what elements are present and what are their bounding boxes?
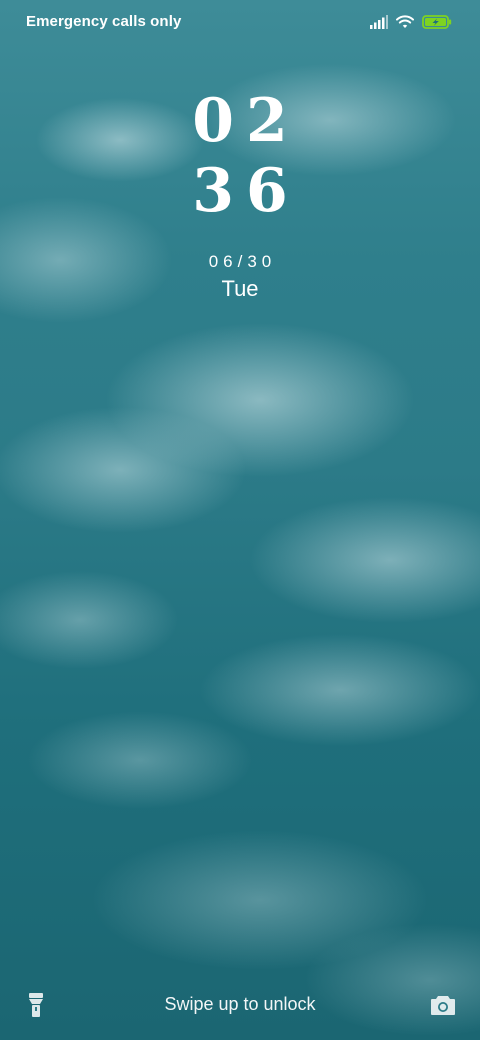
lock-bottom-bar: Swipe up to unlock bbox=[0, 982, 480, 1026]
camera-icon[interactable] bbox=[430, 994, 456, 1016]
signal-icon bbox=[370, 15, 388, 29]
lock-clock: 02 36 bbox=[0, 86, 480, 226]
battery-charging-icon bbox=[422, 15, 452, 29]
status-bar: Emergency calls only bbox=[0, 0, 480, 44]
status-icons bbox=[370, 13, 452, 31]
wifi-icon bbox=[396, 15, 414, 28]
carrier-status: Emergency calls only bbox=[26, 13, 182, 30]
unlock-hint: Swipe up to unlock bbox=[164, 994, 316, 1014]
lock-date: 06/30 bbox=[208, 252, 277, 271]
lock-weekday: Tue bbox=[221, 276, 259, 301]
clock-hour: 02 bbox=[192, 86, 300, 156]
clock-minute: 36 bbox=[192, 156, 300, 226]
